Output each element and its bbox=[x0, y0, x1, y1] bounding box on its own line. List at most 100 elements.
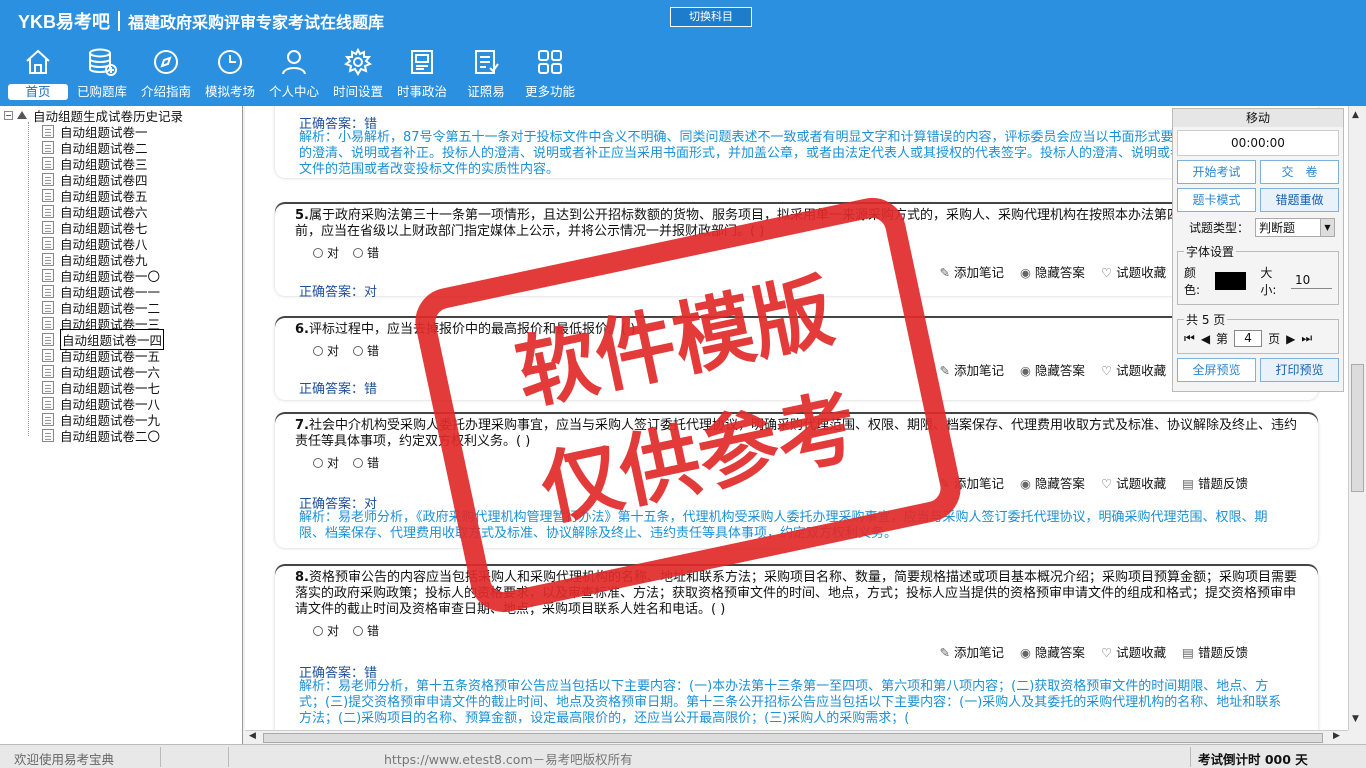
answer-options: 对 错 bbox=[275, 622, 1318, 639]
next-page-icon[interactable]: ▶ bbox=[1286, 332, 1295, 346]
print-preview-button[interactable]: 打印预览 bbox=[1260, 358, 1339, 382]
switch-subject-button[interactable]: 切换科目 bbox=[670, 7, 752, 27]
scroll-right-icon[interactable]: ▶ bbox=[1333, 731, 1340, 741]
document-icon bbox=[42, 300, 54, 314]
nav-license[interactable]: 证照易 bbox=[454, 46, 518, 104]
start-exam-button[interactable]: 开始考试 bbox=[1177, 160, 1256, 184]
font-settings: 字体设置 颜色: 大小: 10 bbox=[1177, 243, 1339, 305]
correct-answer: 正确答案：对 bbox=[299, 285, 378, 300]
color-label: 颜色: bbox=[1184, 266, 1201, 297]
nav-label: 已购题库 bbox=[76, 84, 127, 99]
document-icon bbox=[42, 204, 54, 218]
question-card: 正确答案：错 解析：小易解析，87号令第五十一条对于投标文件中含义不明确、同类问… bbox=[275, 106, 1318, 178]
redo-wrong-button[interactable]: 错题重做 bbox=[1260, 188, 1339, 212]
font-size-input[interactable]: 10 bbox=[1291, 273, 1332, 289]
folder-icon bbox=[17, 111, 27, 119]
nav-more[interactable]: 更多功能 bbox=[518, 46, 582, 104]
gear-icon bbox=[342, 46, 374, 78]
compass-icon bbox=[150, 46, 182, 78]
document-icon bbox=[42, 252, 54, 266]
add-note-button[interactable]: ✎ 添加笔记 bbox=[940, 360, 1005, 379]
brand: YKB易考吧 福建政府采购评审专家考试在线题库 bbox=[18, 8, 384, 34]
nav-label: 证照易 bbox=[467, 84, 505, 99]
newspaper-icon bbox=[406, 46, 438, 78]
fullscreen-preview-button[interactable]: 全屏预览 bbox=[1177, 358, 1256, 382]
option-true[interactable]: 对 bbox=[313, 622, 339, 639]
database-icon bbox=[86, 46, 118, 78]
page-number-input[interactable]: 4 bbox=[1234, 330, 1263, 347]
document-icon bbox=[42, 428, 54, 442]
scroll-thumb[interactable] bbox=[263, 733, 1323, 743]
scroll-left-icon[interactable]: ◀ bbox=[249, 731, 256, 741]
option-false[interactable]: 错 bbox=[353, 622, 379, 639]
history-tree: − 自动组题生成试卷历史记录 自动组题试卷一 自动组题试卷二 自动组题试卷三 自动组题… bbox=[0, 106, 243, 744]
nav-purchased[interactable]: 已购题库 bbox=[70, 46, 134, 104]
collapse-icon[interactable]: − bbox=[4, 110, 13, 120]
document-icon bbox=[42, 380, 54, 394]
correct-answer: 正确答案：错 bbox=[299, 382, 378, 397]
hide-answer-button[interactable]: ◉ 隐藏答案 bbox=[1020, 262, 1085, 281]
option-true[interactable]: 对 bbox=[313, 244, 339, 261]
nav-home[interactable]: 首页 bbox=[6, 46, 70, 104]
home-icon bbox=[22, 46, 54, 78]
option-false[interactable]: 错 bbox=[353, 454, 379, 471]
last-page-icon[interactable]: ⏭ bbox=[1301, 331, 1312, 346]
document-icon bbox=[42, 284, 54, 298]
scroll-down-icon[interactable]: ▼ bbox=[1352, 714, 1359, 724]
first-page-icon[interactable]: ⏮ bbox=[1184, 331, 1195, 346]
nav-label: 介绍指南 bbox=[140, 84, 191, 99]
nav-time-settings[interactable]: 时间设置 bbox=[326, 46, 390, 104]
option-true[interactable]: 对 bbox=[313, 342, 339, 359]
hide-answer-button[interactable]: ◉ 隐藏答案 bbox=[1020, 473, 1085, 492]
grid-icon bbox=[534, 46, 566, 78]
nav-mock-exam[interactable]: 模拟考场 bbox=[198, 46, 262, 104]
scroll-up-icon[interactable]: ▲ bbox=[1352, 110, 1359, 120]
document-icon bbox=[42, 236, 54, 250]
chevron-down-icon: ▼ bbox=[1320, 219, 1334, 236]
favorite-button[interactable]: ♡ 试题收藏 bbox=[1101, 360, 1166, 379]
add-note-button[interactable]: ✎ 添加笔记 bbox=[940, 642, 1005, 661]
user-icon bbox=[278, 46, 310, 78]
horizontal-scrollbar[interactable]: ◀ ▶ bbox=[245, 730, 1348, 744]
logo: YKB易考吧 bbox=[18, 12, 111, 32]
prev-page-icon[interactable]: ◀ bbox=[1201, 332, 1210, 346]
nav-label: 时间设置 bbox=[332, 84, 383, 99]
favorite-button[interactable]: ♡ 试题收藏 bbox=[1101, 473, 1166, 492]
nav-label: 更多功能 bbox=[524, 84, 575, 99]
favorite-button[interactable]: ♡ 试题收藏 bbox=[1101, 642, 1166, 661]
nav-profile[interactable]: 个人中心 bbox=[262, 46, 326, 104]
document-icon bbox=[42, 220, 54, 234]
panel-title[interactable]: 移动 bbox=[1173, 109, 1343, 127]
favorite-button[interactable]: ♡ 试题收藏 bbox=[1101, 262, 1166, 281]
hide-answer-button[interactable]: ◉ 隐藏答案 bbox=[1020, 642, 1085, 661]
tree-item[interactable]: 自动组题试卷二〇 bbox=[0, 427, 242, 444]
vertical-scrollbar[interactable]: ▲ ▼ bbox=[1348, 106, 1366, 730]
size-label: 大小: bbox=[1260, 266, 1277, 297]
option-false[interactable]: 错 bbox=[353, 244, 379, 261]
tree-item-label: 自动组题试卷二〇 bbox=[60, 428, 161, 444]
nav-label: 时事政治 bbox=[396, 84, 447, 99]
option-false[interactable]: 错 bbox=[353, 342, 379, 359]
add-note-button[interactable]: ✎ 添加笔记 bbox=[940, 262, 1005, 281]
document-icon bbox=[42, 396, 54, 410]
nav-guide[interactable]: 介绍指南 bbox=[134, 46, 198, 104]
option-true[interactable]: 对 bbox=[313, 454, 339, 471]
exam-control-panel: 移动 00:00:00 开始考试 交 卷 题卡模式 错题重做 试题类型： 判断题… bbox=[1172, 108, 1344, 392]
nav-label: 个人中心 bbox=[268, 84, 319, 99]
scroll-thumb[interactable] bbox=[1351, 364, 1364, 492]
question-text: 8.资格预审公告的内容应当包括采购人和采购代理机构的名称、地址和联系方法；采购项… bbox=[295, 570, 1297, 617]
question-type-select[interactable]: 判断题 ▼ bbox=[1255, 218, 1335, 237]
analysis-text: 解析：易老师分析，第十五条资格预审公告应当包括以下主要内容：(一)本办法第十三条… bbox=[299, 679, 1282, 726]
main-nav: 首页 已购题库 介绍指南 模拟考场 个人中心 时间设置 时事政治 证照易 更多功… bbox=[6, 46, 582, 104]
document-icon bbox=[42, 124, 54, 138]
report-error-button[interactable]: ▤错题反馈 bbox=[1182, 642, 1248, 661]
question-tools: ✎添加笔记 ◉隐藏答案 ♡试题收藏 ▤错题反馈 bbox=[940, 473, 1249, 492]
hide-answer-button[interactable]: ◉ 隐藏答案 bbox=[1020, 360, 1085, 379]
card-mode-button[interactable]: 题卡模式 bbox=[1177, 188, 1256, 212]
nav-current-affairs[interactable]: 时事政治 bbox=[390, 46, 454, 104]
submit-exam-button[interactable]: 交 卷 bbox=[1260, 160, 1339, 184]
font-color-picker[interactable] bbox=[1214, 272, 1247, 290]
timer-display: 00:00:00 bbox=[1177, 130, 1339, 156]
app-title: 福建政府采购评审专家考试在线题库 bbox=[128, 13, 385, 32]
report-error-button[interactable]: ▤错题反馈 bbox=[1182, 473, 1248, 492]
